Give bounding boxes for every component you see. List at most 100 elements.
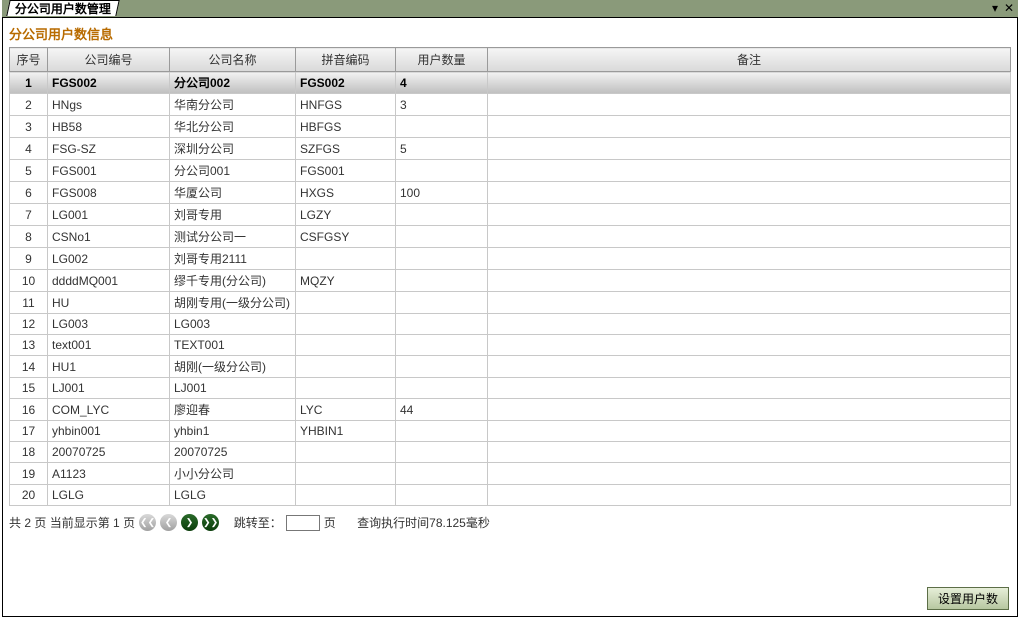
cell-name: 缪千专用(分公司) (170, 270, 296, 292)
pager-prev-button[interactable]: ❮ (160, 514, 177, 531)
cell-count (396, 485, 488, 506)
cell-name: 胡刚专用(一级分公司) (170, 292, 296, 314)
table-row[interactable]: 7LG001刘哥专用LGZY (10, 204, 1011, 226)
table-row[interactable]: 20LGLGLGLG (10, 485, 1011, 506)
cell-name: 20070725 (170, 442, 296, 463)
table-row[interactable]: 5FGS001分公司001FGS001 (10, 160, 1011, 182)
cell-code: ddddMQ001 (48, 270, 170, 292)
pager-jump-input[interactable] (286, 515, 320, 531)
table-row[interactable]: 16COM_LYC廖迎春LYC44 (10, 399, 1011, 421)
col-header-code[interactable]: 公司编号 (48, 48, 170, 72)
table-row[interactable]: 14HU1胡刚(一级分公司) (10, 356, 1011, 378)
window-frame: 分公司用户数管理 ▾ ✕ 分公司用户数信息 序号 公司编号 公司名称 拼音编码 … (2, 0, 1018, 616)
cell-note (488, 292, 1011, 314)
data-grid: 序号 公司编号 公司名称 拼音编码 用户数量 备注 1FGS002分公司002F… (9, 47, 1011, 506)
cell-count: 3 (396, 94, 488, 116)
content-area: 分公司用户数信息 序号 公司编号 公司名称 拼音编码 用户数量 备注 1FGS0… (2, 17, 1018, 617)
cell-note (488, 270, 1011, 292)
table-row[interactable]: 182007072520070725 (10, 442, 1011, 463)
cell-index: 14 (10, 356, 48, 378)
cell-code: FGS002 (48, 72, 170, 94)
pager-current-page: 1 (113, 516, 120, 530)
table-row[interactable]: 15LJ001LJ001 (10, 378, 1011, 399)
cell-count (396, 248, 488, 270)
cell-name: LJ001 (170, 378, 296, 399)
cell-pinyin (296, 248, 396, 270)
cell-index: 12 (10, 314, 48, 335)
table-row[interactable]: 10ddddMQ001缪千专用(分公司)MQZY (10, 270, 1011, 292)
cell-pinyin: FGS001 (296, 160, 396, 182)
table-row[interactable]: 1FGS002分公司002FGS0024 (10, 72, 1011, 94)
table-row[interactable]: 2HNgs华南分公司HNFGS3 (10, 94, 1011, 116)
col-header-pinyin[interactable]: 拼音编码 (296, 48, 396, 72)
cell-name: 华厦公司 (170, 182, 296, 204)
cell-pinyin: HNFGS (296, 94, 396, 116)
cell-note (488, 421, 1011, 442)
cell-note (488, 116, 1011, 138)
table-row[interactable]: 12LG003LG003 (10, 314, 1011, 335)
pager-last-button[interactable]: ❯❯ (202, 514, 219, 531)
col-header-count[interactable]: 用户数量 (396, 48, 488, 72)
cell-name: 分公司002 (170, 72, 296, 94)
table-row[interactable]: 8CSNo1测试分公司一CSFGSY (10, 226, 1011, 248)
cell-index: 4 (10, 138, 48, 160)
cell-code: CSNo1 (48, 226, 170, 248)
cell-pinyin: FGS002 (296, 72, 396, 94)
cell-count (396, 270, 488, 292)
minimize-dropdown-icon[interactable]: ▾ (990, 3, 1000, 13)
close-icon[interactable]: ✕ (1004, 3, 1014, 13)
cell-count (396, 335, 488, 356)
cell-index: 18 (10, 442, 48, 463)
cell-count (396, 292, 488, 314)
table-row[interactable]: 11HU胡刚专用(一级分公司) (10, 292, 1011, 314)
cell-count (396, 442, 488, 463)
cell-pinyin (296, 442, 396, 463)
col-header-name[interactable]: 公司名称 (170, 48, 296, 72)
cell-count (396, 160, 488, 182)
cell-pinyin (296, 314, 396, 335)
cell-code: FGS001 (48, 160, 170, 182)
table-row[interactable]: 3HB58华北分公司HBFGS (10, 116, 1011, 138)
cell-note (488, 138, 1011, 160)
cell-index: 7 (10, 204, 48, 226)
table-row[interactable]: 4FSG-SZ深圳分公司SZFGS5 (10, 138, 1011, 160)
col-header-note[interactable]: 备注 (488, 48, 1011, 72)
cell-count: 44 (396, 399, 488, 421)
table-row[interactable]: 17yhbin001yhbin1YHBIN1 (10, 421, 1011, 442)
window-tab[interactable]: 分公司用户数管理 (6, 0, 119, 16)
cell-name: 小小分公司 (170, 463, 296, 485)
pager-summary: 共 2 页 当前显示第 1 页 (9, 514, 135, 531)
cell-index: 17 (10, 421, 48, 442)
cell-name: 分公司001 (170, 160, 296, 182)
table-row[interactable]: 6FGS008华厦公司HXGS100 (10, 182, 1011, 204)
cell-index: 13 (10, 335, 48, 356)
col-header-index[interactable]: 序号 (10, 48, 48, 72)
cell-code: FGS008 (48, 182, 170, 204)
cell-code: FSG-SZ (48, 138, 170, 160)
pager-timing-value: 78.125 (429, 516, 466, 530)
table-row[interactable]: 9LG002刘哥专用2111 (10, 248, 1011, 270)
cell-pinyin (296, 335, 396, 356)
set-user-count-button[interactable]: 设置用户数 (927, 587, 1009, 610)
cell-pinyin: HXGS (296, 182, 396, 204)
cell-note (488, 485, 1011, 506)
cell-note (488, 442, 1011, 463)
cell-code: text001 (48, 335, 170, 356)
cell-pinyin (296, 485, 396, 506)
cell-note (488, 399, 1011, 421)
cell-pinyin: MQZY (296, 270, 396, 292)
cell-count (396, 226, 488, 248)
pager-first-button[interactable]: ❮❮ (139, 514, 156, 531)
cell-index: 16 (10, 399, 48, 421)
pager-next-button[interactable]: ❯ (181, 514, 198, 531)
table-row[interactable]: 19A1123小小分公司 (10, 463, 1011, 485)
pager-text: 页 (120, 516, 135, 530)
cell-pinyin (296, 356, 396, 378)
cell-name: yhbin1 (170, 421, 296, 442)
cell-count (396, 116, 488, 138)
window-title: 分公司用户数管理 (15, 0, 111, 17)
cell-count (396, 204, 488, 226)
footer-buttons: 设置用户数 (927, 587, 1009, 610)
cell-index: 9 (10, 248, 48, 270)
table-row[interactable]: 13text001TEXT001 (10, 335, 1011, 356)
